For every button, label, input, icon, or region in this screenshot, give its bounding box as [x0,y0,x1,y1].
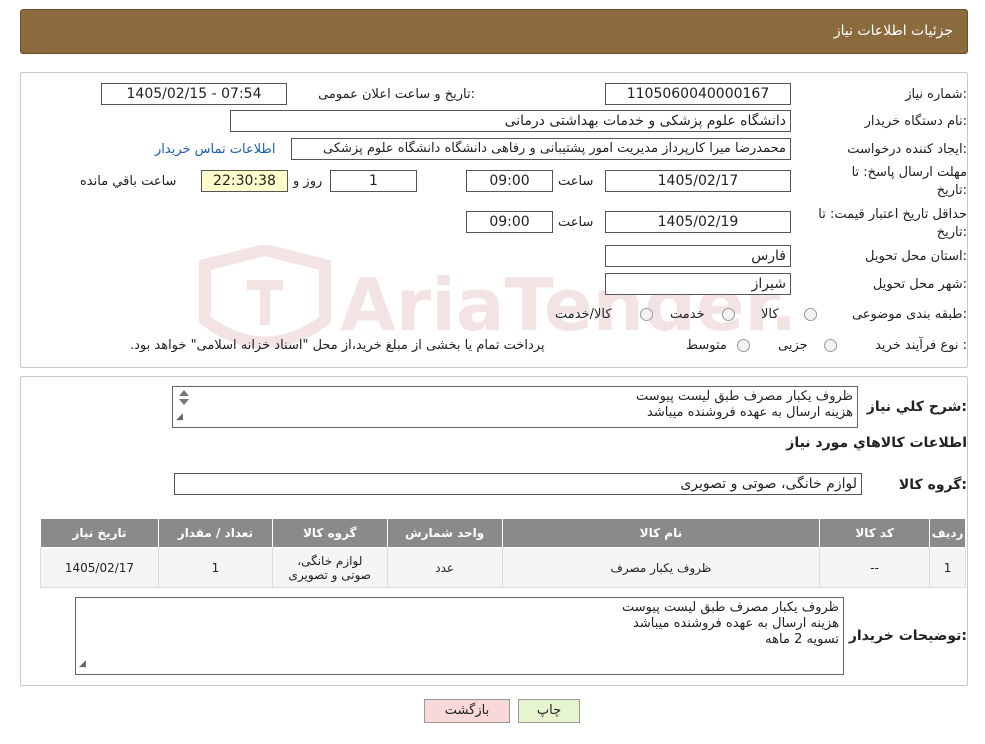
process-label: نوع فرآیند خرید : [875,338,967,353]
table-row: 1 -- ظروف یکبار مصرف عدد لوازم خانگی، صو… [40,547,966,588]
cell-qty: 1 [157,547,273,588]
validity-time-label: ساعت [558,215,594,230]
goods-group-label: گروه کالا: [898,477,967,493]
description-line: هزینه ارسال به عهده فروشنده میباشد [647,405,853,420]
process-note: پرداخت تمام یا بخشی از مبلغ خرید،از محل … [130,338,545,353]
buyer-org-field: دانشگاه علوم پزشکی و خدمات بهداشتی درمان… [230,110,791,132]
announce-date-field: 1405/02/15 - 07:54 [101,83,287,105]
validity-time-field: 09:00 [466,211,553,233]
deadline-date-field: 1405/02/17 [605,170,791,192]
process-radio-medium[interactable] [737,339,750,352]
deadline-time-field: 09:00 [466,170,553,192]
goods-section-title: اطلاعات کالاهاي مورد نياز [786,435,967,451]
col-unit-header: واحد شمارش [386,518,503,548]
description-label: شرح کلي نياز: [866,399,967,415]
creator-field: محمدرضا میرا کارپرداز مدیریت امور پشتیبا… [291,138,791,160]
category-radio-goods-service[interactable] [640,308,653,321]
cell-group-line: لوازم خانگی، [297,553,363,568]
process-radio-minor[interactable] [824,339,837,352]
cell-code: -- [819,547,931,588]
cell-row: 1 [929,547,966,588]
validity-date-field: 1405/02/19 [605,211,791,233]
col-row-header: رديف [929,518,966,548]
province-field: فارس [605,245,791,267]
col-date-header: تاريخ نياز [40,518,159,548]
print-button[interactable]: چاپ [518,699,580,723]
process-option-medium: متوسط [686,338,727,353]
city-field: شیراز [605,273,791,295]
category-option-service: خدمت [670,307,705,322]
scroll-arrows-icon[interactable] [175,389,189,405]
cell-group-line: صوتی و تصویری [288,567,371,582]
remaining-time-label: ساعت باقي مانده [80,174,177,189]
category-radio-goods[interactable] [804,308,817,321]
category-option-goods: کالا [761,307,779,322]
goods-group-field: لوازم خانگی، صوتی و تصویری [174,473,862,495]
category-option-goods-service: کالا/خدمت [555,307,612,322]
buyer-org-label: نام دستگاه خریدار: [864,114,967,129]
need-number-label: شماره نیاز: [905,87,967,102]
page-title: جزئیات اطلاعات نیاز [833,23,953,39]
table-header-row: رديف کد کالا نام کالا واحد شمارش گروه کا… [40,518,966,548]
goods-table: رديف کد کالا نام کالا واحد شمارش گروه کا… [40,518,966,588]
deadline-label-line2: تاریخ: [936,183,967,198]
resize-grip-icon[interactable]: ◢ [79,656,86,672]
description-textarea[interactable]: ظروف یکبار مصرف طبق لیست پیوست هزینه ارس… [172,386,858,428]
buyer-notes-textarea[interactable]: ظروف یکبار مصرف طبق لیست پیوست هزینه ارس… [75,597,844,675]
cell-group: لوازم خانگی، صوتی و تصویری [271,547,388,588]
resize-grip-icon[interactable]: ◢ [176,409,183,425]
col-group-header: گروه کالا [271,518,388,548]
buyer-notes-line: هزینه ارسال به عهده فروشنده میباشد [633,616,839,631]
process-option-minor: جزیی [778,338,808,353]
days-label: روز و [293,174,323,189]
days-field: 1 [330,170,417,192]
city-label: شهر محل تحویل: [872,277,967,292]
buyer-notes-line: تسویه 2 ماهه [765,632,839,647]
announce-date-label: تاریخ و ساعت اعلان عمومی: [318,87,475,102]
category-label: طبقه بندی موضوعی: [851,307,967,322]
cell-unit: عدد [386,547,503,588]
buyer-notes-label: توضیحات خریدار: [848,628,967,644]
col-name-header: نام کالا [501,518,821,548]
need-number-field: 1105060040000167 [605,83,791,105]
category-radio-service[interactable] [722,308,735,321]
back-button[interactable]: بازگشت [424,699,510,723]
creator-label: ایجاد کننده درخواست: [847,142,967,157]
buyer-notes-line: ظروف یکبار مصرف طبق لیست پیوست [621,600,839,615]
page-header: جزئیات اطلاعات نیاز [20,9,968,54]
remaining-time-field: 22:30:38 [201,170,288,192]
validity-label: حداقل تاریخ اعتبار قیمت: تا [818,207,967,222]
validity-label-line2: تاریخ: [936,225,967,240]
buyer-contact-link[interactable]: اطلاعات تماس خریدار [155,142,275,157]
deadline-time-label: ساعت [558,174,594,189]
col-code-header: کد کالا [819,518,931,548]
province-label: استان محل تحویل: [865,249,967,264]
col-qty-header: تعداد / مقدار [157,518,273,548]
cell-date: 1405/02/17 [40,547,159,588]
description-line: ظروف یکبار مصرف طبق لیست پیوست [635,389,853,404]
cell-name: ظروف یکبار مصرف [501,547,821,588]
deadline-label: مهلت ارسال پاسخ: تا [851,165,967,180]
